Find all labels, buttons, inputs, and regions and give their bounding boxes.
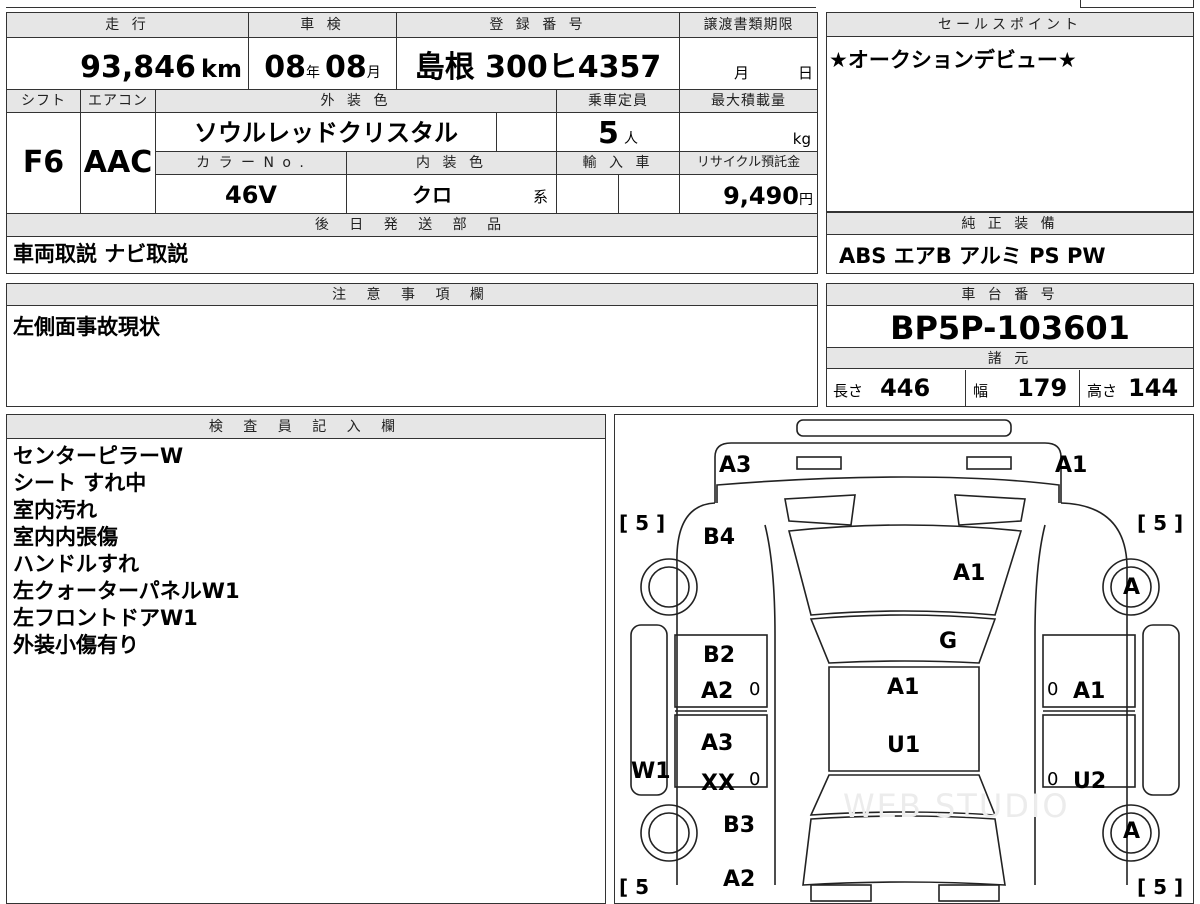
mark-a2-bottom: A2 bbox=[723, 867, 756, 892]
capacity-header: 乗車定員 bbox=[557, 90, 679, 112]
inspection-header: 車 検 bbox=[249, 13, 396, 37]
interior-value: クロ bbox=[412, 183, 452, 207]
inspector-note: 室内内張傷 bbox=[13, 525, 118, 549]
mark-a1-top: A1 bbox=[1055, 453, 1088, 478]
registration-header: 登 録 番 号 bbox=[397, 13, 679, 37]
mark-zero-2: 0 bbox=[1047, 679, 1059, 700]
inspector-box: 検 査 員 記 入 欄 センターピラーW シート すれ中 室内汚れ 室内内張傷 … bbox=[6, 414, 606, 904]
color-no-header: カ ラ ー N o . bbox=[156, 152, 346, 174]
inspector-note: 室内汚れ bbox=[13, 498, 97, 522]
inspector-note: シート すれ中 bbox=[13, 471, 147, 495]
equipment-box: 純 正 装 備 ABS エアB アルミ PS PW bbox=[826, 212, 1194, 274]
mark-g-windshield: G bbox=[939, 629, 958, 654]
recycle-value: 9,490円 bbox=[723, 182, 813, 210]
tire-depth-lr: [ 5 bbox=[619, 875, 650, 899]
equipment-value: ABS エアB アルミ PS PW bbox=[839, 244, 1106, 268]
ac-value: AAC bbox=[83, 145, 153, 180]
chassis-header: 車 台 番 号 bbox=[827, 284, 1193, 306]
tire-depth-rf: [ 5 ] bbox=[1137, 511, 1184, 535]
registration-value: 島根 300ヒ4357 bbox=[414, 50, 662, 85]
caution-box: 注 意 事 項 欄 左側面事故現状 bbox=[6, 283, 818, 407]
maxload-header: 最大積載量 bbox=[680, 90, 817, 112]
mark-a3-top: A3 bbox=[719, 453, 752, 478]
mark-b3: B3 bbox=[723, 813, 756, 838]
shift-header: シフト bbox=[7, 90, 80, 112]
interior-unit: 系 bbox=[533, 188, 549, 206]
sales-point-box: セールスポイント ★オークションデビュー★ bbox=[826, 12, 1194, 212]
damage-diagram: WEB STUDIO A3 A1 B4 A1 G B2 A2 0 A1 0 A1… bbox=[614, 414, 1194, 904]
width-cell: 幅 179 bbox=[973, 374, 1068, 402]
mark-zero-3: 0 bbox=[749, 769, 761, 790]
interior-header: 内 装 色 bbox=[347, 152, 556, 174]
mark-w1: W1 bbox=[631, 759, 671, 784]
capacity-value: 5 人 bbox=[598, 116, 638, 151]
inspector-note: 左クォーターパネルW1 bbox=[13, 579, 240, 603]
dimensions-header: 諸 元 bbox=[827, 347, 1193, 369]
top-clipped-strip bbox=[6, 0, 816, 8]
mark-zero-4: 0 bbox=[1047, 769, 1059, 790]
ac-header: エアコン bbox=[81, 90, 155, 112]
inspection-value: 08年 08月 bbox=[264, 50, 381, 85]
mark-u2-right: U2 bbox=[1073, 769, 1107, 794]
mark-a2-left: A2 bbox=[701, 679, 734, 704]
watermark: WEB STUDIO bbox=[843, 787, 1070, 825]
caution-value: 左側面事故現状 bbox=[13, 315, 160, 339]
inspector-note: ハンドルすれ bbox=[13, 552, 139, 576]
transfer-header: 譲渡書類期限 bbox=[680, 13, 817, 37]
shift-value: F6 bbox=[22, 145, 65, 180]
exterior-header: 外 装 色 bbox=[156, 90, 556, 112]
chassis-value: BP5P-103601 bbox=[890, 309, 1130, 347]
chassis-box: 車 台 番 号 BP5P-103601 諸 元 長さ 446 幅 179 高さ … bbox=[826, 283, 1194, 407]
tire-rf: A bbox=[1123, 575, 1141, 600]
later-parts-header: 後 日 発 送 部 品 bbox=[7, 214, 817, 236]
length-cell: 長さ 446 bbox=[833, 374, 931, 402]
top-right-clipped-strip bbox=[1080, 0, 1194, 8]
tire-rr: A bbox=[1123, 819, 1141, 844]
later-parts-value: 車両取説 ナビ取説 bbox=[13, 242, 189, 266]
car-outline-icon bbox=[630, 419, 1180, 902]
transfer-value: 月 日 bbox=[734, 64, 814, 82]
inspector-note: センターピラーW bbox=[13, 444, 184, 468]
color-no-value: 46V bbox=[225, 181, 277, 209]
mark-zero-1: 0 bbox=[749, 679, 761, 700]
mark-a1-hood: A1 bbox=[953, 561, 986, 586]
mark-a1-roof: A1 bbox=[887, 675, 920, 700]
mileage-value: 93,846 km bbox=[80, 50, 242, 85]
mark-a1-right: A1 bbox=[1073, 679, 1106, 704]
height-cell: 高さ 144 bbox=[1087, 374, 1179, 402]
inspector-notes: センターピラーW シート すれ中 室内汚れ 室内内張傷 ハンドルすれ 左クォータ… bbox=[13, 443, 603, 659]
caution-header: 注 意 事 項 欄 bbox=[7, 284, 817, 306]
inspector-header: 検 査 員 記 入 欄 bbox=[7, 415, 605, 439]
spec-table: 走 行 車 検 登 録 番 号 譲渡書類期限 93,846 km 08年 08月… bbox=[6, 12, 818, 274]
inspector-note: 左フロントドアW1 bbox=[13, 606, 198, 630]
mark-xx-left: XX bbox=[701, 771, 735, 796]
mark-b4: B4 bbox=[703, 525, 736, 550]
maxload-value: kg bbox=[792, 130, 811, 148]
sales-point-header: セールスポイント bbox=[827, 13, 1193, 37]
mark-u1-roof: U1 bbox=[887, 733, 921, 758]
mileage-header: 走 行 bbox=[7, 13, 248, 37]
equipment-header: 純 正 装 備 bbox=[827, 213, 1193, 235]
tire-depth-rr: [ 5 ] bbox=[1137, 875, 1184, 899]
tire-depth-lf: [ 5 ] bbox=[619, 511, 666, 535]
mark-a3-left: A3 bbox=[701, 731, 734, 756]
exterior-value: ソウルレッドクリスタル bbox=[194, 119, 458, 147]
sales-point-value: ★オークションデビュー★ bbox=[829, 48, 1077, 72]
inspector-note: 外装小傷有り bbox=[13, 633, 139, 657]
recycle-header: リサイクル預託金 bbox=[680, 152, 817, 174]
mark-b2: B2 bbox=[703, 643, 736, 668]
import-header: 輸 入 車 bbox=[557, 152, 679, 174]
